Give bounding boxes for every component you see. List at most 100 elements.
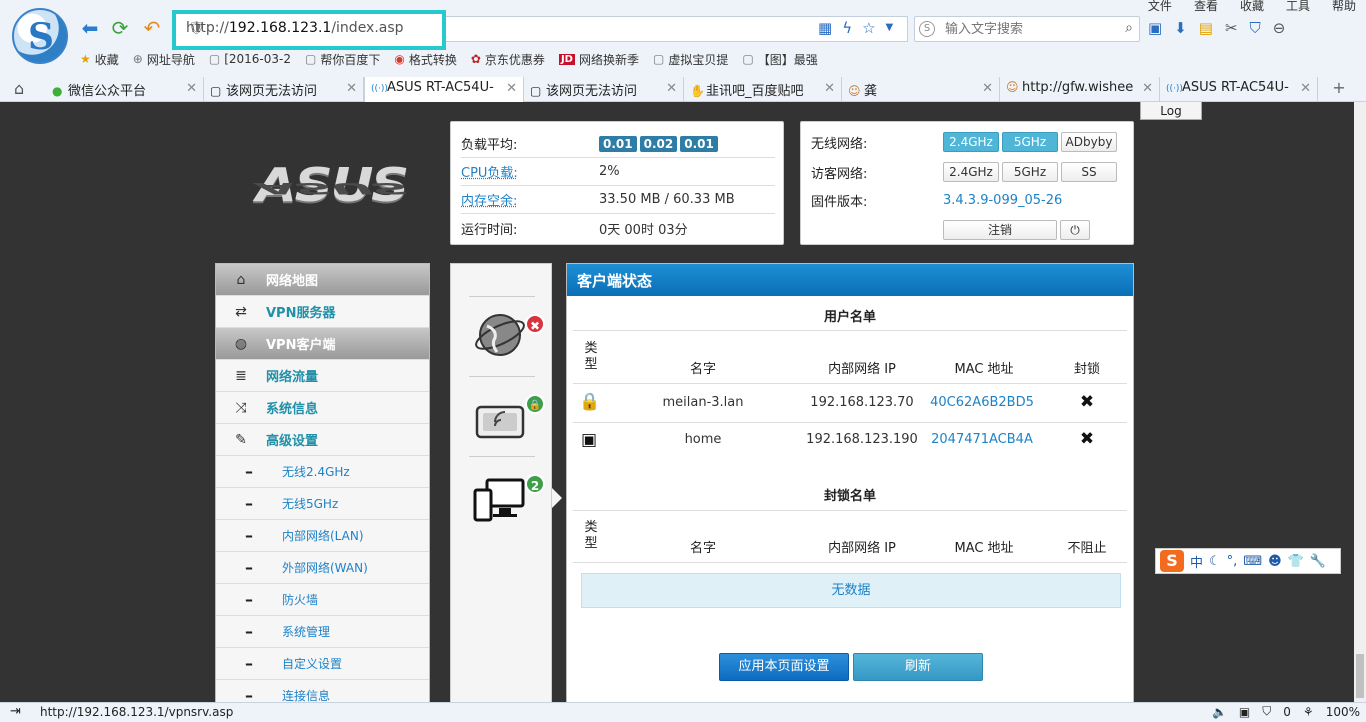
moon-icon[interactable]: ☾ bbox=[1209, 554, 1221, 569]
client-mac-link[interactable]: 40C62A6B2BD5 bbox=[923, 395, 1041, 410]
tab-gfw[interactable]: ☺ http://gfw.wishee ✕ bbox=[1000, 77, 1160, 102]
close-icon[interactable]: ✕ bbox=[506, 81, 517, 96]
close-icon[interactable]: ✕ bbox=[824, 81, 835, 96]
block-client-icon[interactable]: ✖ bbox=[1073, 392, 1101, 412]
back-arrow-icon[interactable]: ⬅ bbox=[78, 16, 102, 40]
close-icon[interactable]: ✕ bbox=[186, 81, 197, 96]
tab-asus-2[interactable]: ((·))ASUS RT-AC54U- ✕ bbox=[1160, 77, 1318, 102]
menu-help[interactable]: 帮助 bbox=[1332, 0, 1356, 13]
refresh-button[interactable]: 刷新 bbox=[853, 653, 983, 681]
menu-favorites[interactable]: 收藏 bbox=[1240, 0, 1264, 13]
menu-advanced[interactable]: ✎ 高级设置 bbox=[216, 424, 429, 456]
translate-icon[interactable]: ▣ bbox=[1148, 19, 1162, 37]
shield-check-icon[interactable]: ⛉ bbox=[1250, 19, 1261, 37]
submenu-wireless-24[interactable]: – 无线2.4GHz bbox=[216, 456, 429, 488]
ss-button[interactable]: SS bbox=[1061, 162, 1117, 182]
page-scrollbar[interactable] bbox=[1354, 102, 1366, 702]
firmware-version-link[interactable]: 3.4.3.9-099_05-26 bbox=[943, 193, 1062, 208]
keyboard-icon[interactable]: ⌨ bbox=[1243, 554, 1262, 569]
close-icon[interactable]: ✕ bbox=[346, 81, 357, 96]
camera-icon[interactable]: ▣ bbox=[1239, 705, 1250, 719]
log-tab[interactable]: Log bbox=[1140, 102, 1202, 120]
new-tab-button[interactable]: + bbox=[1324, 78, 1354, 100]
close-icon[interactable]: ✕ bbox=[1142, 81, 1153, 96]
menu-network-map[interactable]: ⌂ 网络地图 bbox=[216, 264, 429, 296]
internet-globe-icon[interactable] bbox=[473, 308, 527, 373]
search-input[interactable] bbox=[945, 20, 1105, 38]
minimize-icon[interactable]: ⊖ bbox=[1273, 19, 1286, 37]
menu-vpn-client[interactable]: ◍ VPN客户端 bbox=[216, 328, 429, 360]
menu-system-info[interactable]: ⤨ 系统信息 bbox=[216, 392, 429, 424]
guest-24ghz-button[interactable]: 2.4GHz bbox=[943, 162, 999, 182]
bookmark-item[interactable]: ▢ 虚拟宝贝提 bbox=[653, 50, 728, 68]
bookmark-item[interactable]: JD 网络换新季 bbox=[558, 50, 639, 68]
bookmark-item[interactable]: ★ 收藏 bbox=[80, 50, 119, 68]
cpu-load-link[interactable]: CPU负载: bbox=[461, 162, 599, 181]
bookmark-item[interactable]: ✿ 京东优惠券 bbox=[471, 50, 545, 68]
window-icon[interactable]: ▤ bbox=[1199, 19, 1213, 37]
menu-view[interactable]: 查看 bbox=[1194, 0, 1218, 13]
menu-tools[interactable]: 工具 bbox=[1286, 0, 1310, 13]
wireless-5ghz-button[interactable]: 5GHz bbox=[1002, 132, 1058, 152]
search-engine-icon[interactable]: S bbox=[919, 21, 935, 37]
scrollbar-thumb[interactable] bbox=[1356, 654, 1364, 698]
logout-button[interactable]: 注销 bbox=[943, 220, 1057, 240]
shirt-icon[interactable]: 👕 bbox=[1288, 554, 1304, 569]
submenu-admin[interactable]: – 系统管理 bbox=[216, 616, 429, 648]
tab-error-1[interactable]: ▢ 该网页无法访问 ✕ bbox=[204, 77, 364, 102]
menu-file[interactable]: 文件 bbox=[1148, 0, 1172, 13]
menu-vpn-server[interactable]: ⇄ VPN服务器 bbox=[216, 296, 429, 328]
apply-settings-button[interactable]: 应用本页面设置 bbox=[719, 653, 849, 681]
tab-asus-active[interactable]: ((·))ASUS RT-AC54U- ✕ bbox=[364, 77, 524, 102]
tab-gong[interactable]: ☺ 龚 ✕ bbox=[842, 77, 1000, 102]
sidebar-toggle-icon[interactable]: ⇥ bbox=[10, 704, 21, 719]
wireless-24ghz-button[interactable]: 2.4GHz bbox=[943, 132, 999, 152]
close-icon[interactable]: ✕ bbox=[666, 81, 677, 96]
bookmark-item[interactable]: ▢ [2016-03-2 bbox=[209, 50, 291, 68]
submenu-wireless-5[interactable]: – 无线5GHz bbox=[216, 488, 429, 520]
bookmark-item[interactable]: ▢ 帮你百度下 bbox=[305, 50, 380, 68]
lightning-icon[interactable]: ϟ bbox=[842, 19, 852, 37]
close-icon[interactable]: ✕ bbox=[1300, 81, 1311, 96]
leaf-icon[interactable]: ⚘ bbox=[1303, 705, 1314, 719]
block-client-icon[interactable]: ✖ bbox=[1073, 429, 1101, 449]
wireless-router-icon[interactable] bbox=[475, 396, 525, 450]
guest-5ghz-button[interactable]: 5GHz bbox=[1002, 162, 1058, 182]
undo-icon[interactable]: ↶ bbox=[140, 16, 164, 40]
submenu-connections[interactable]: – 连接信息 bbox=[216, 680, 429, 702]
menu-traffic[interactable]: ≣ 网络流量 bbox=[216, 360, 429, 392]
bookmark-item[interactable]: ▢ 【图】最强 bbox=[742, 50, 817, 68]
memory-free-link[interactable]: 内存空余: bbox=[461, 190, 599, 209]
home-icon[interactable]: ⌂ bbox=[14, 79, 24, 98]
bookmark-item[interactable]: ◉ 格式转换 bbox=[394, 50, 457, 68]
adbyby-button[interactable]: ADbyby bbox=[1061, 132, 1117, 152]
star-icon[interactable]: ☆ bbox=[862, 19, 875, 37]
search-box[interactable]: S ⌕ bbox=[914, 16, 1140, 42]
tab-weixin[interactable]: ● 微信公众平台 ✕ bbox=[46, 77, 204, 102]
power-icon[interactable]: ⏻ bbox=[1060, 220, 1090, 240]
close-icon[interactable]: ✕ bbox=[982, 81, 993, 96]
submenu-custom[interactable]: – 自定义设置 bbox=[216, 648, 429, 680]
bookmark-item[interactable]: ⊕ 网址导航 bbox=[133, 50, 195, 68]
download-icon[interactable]: ⬇ bbox=[1174, 19, 1187, 37]
submenu-firewall[interactable]: – 防火墙 bbox=[216, 584, 429, 616]
qr-code-icon[interactable]: ▦ bbox=[818, 19, 832, 37]
client-mac-link[interactable]: 2047471ACB4A bbox=[923, 432, 1041, 447]
chevron-down-icon[interactable]: ▼ bbox=[886, 22, 894, 37]
volume-icon[interactable]: 🔈 bbox=[1212, 705, 1227, 719]
ime-mode-chinese[interactable]: 中 bbox=[1190, 552, 1203, 571]
tab-tieba[interactable]: ✋韭讯吧_百度贴吧 ✕ bbox=[684, 77, 842, 102]
address-url[interactable]: http://192.168.123.1/index.asp bbox=[186, 20, 404, 36]
refresh-icon[interactable]: ⟳ bbox=[108, 16, 132, 40]
submenu-wan[interactable]: – 外部网络(WAN) bbox=[216, 552, 429, 584]
wrench-icon[interactable]: 🔧 bbox=[1310, 554, 1326, 569]
zoom-level[interactable]: 100% bbox=[1326, 705, 1360, 719]
tab-error-2[interactable]: ▢ 该网页无法访问 ✕ bbox=[524, 77, 684, 102]
search-icon[interactable]: ⌕ bbox=[1125, 20, 1133, 36]
clients-devices-icon[interactable] bbox=[473, 478, 525, 533]
sogou-logo-icon[interactable]: S bbox=[1160, 550, 1184, 572]
shield-icon[interactable]: ⛉ bbox=[1262, 704, 1271, 719]
browser-logo[interactable]: S bbox=[12, 8, 68, 64]
punctuation-icon[interactable]: °, bbox=[1227, 554, 1238, 569]
submenu-lan[interactable]: – 内部网络(LAN) bbox=[216, 520, 429, 552]
